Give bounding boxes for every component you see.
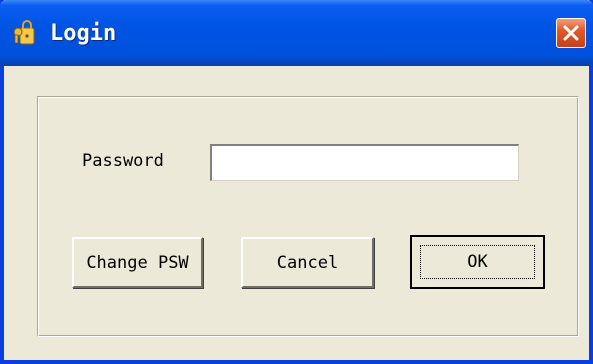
- keys-icon: [12, 20, 42, 46]
- window-title: Login: [50, 21, 117, 46]
- credentials-groupbox: [37, 96, 579, 337]
- cancel-label: Cancel: [276, 252, 339, 273]
- login-dialog: Login Password Change PSW Cancel OK: [0, 0, 593, 364]
- ok-button[interactable]: OK: [410, 235, 545, 289]
- cancel-button[interactable]: Cancel: [241, 237, 374, 288]
- close-icon: [563, 25, 579, 41]
- password-field[interactable]: [210, 144, 519, 181]
- password-label: Password: [82, 151, 164, 171]
- title-bar[interactable]: Login: [0, 0, 593, 66]
- change-password-label: Change PSW: [86, 252, 189, 273]
- ok-label: OK: [467, 252, 488, 272]
- change-password-button[interactable]: Change PSW: [72, 237, 203, 288]
- close-button[interactable]: [556, 18, 586, 48]
